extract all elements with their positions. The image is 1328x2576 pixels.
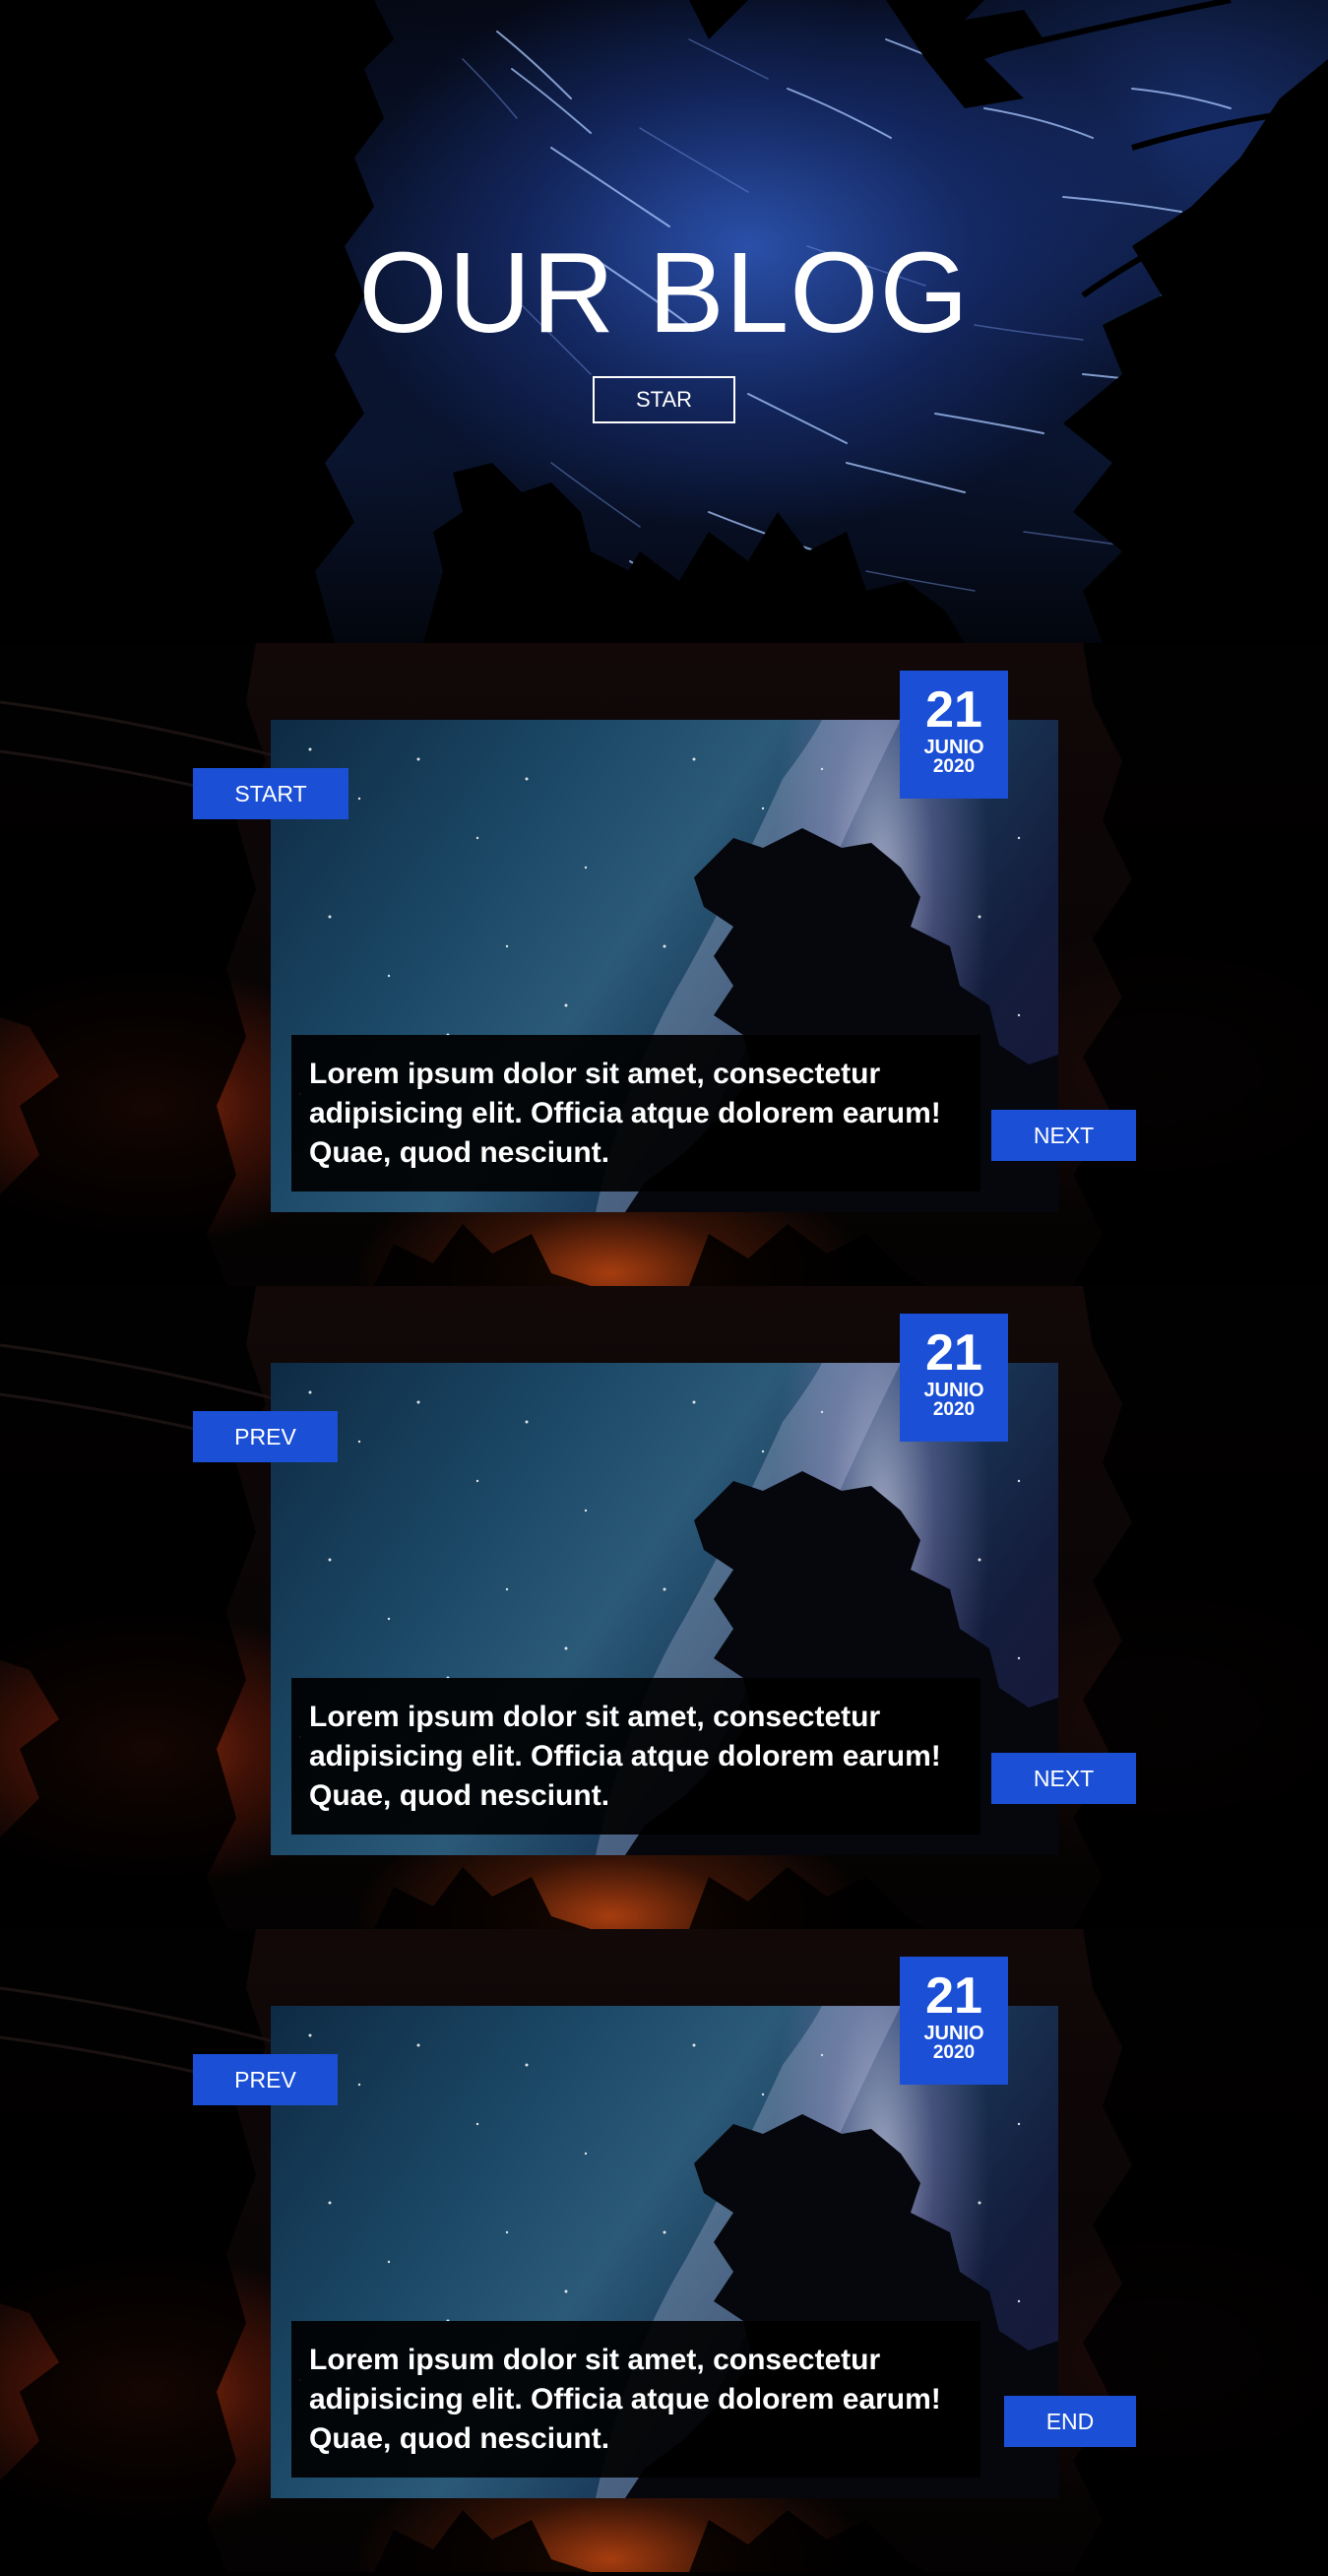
prev-button[interactable]: PREV xyxy=(193,2054,338,2105)
date-month: JUNIO xyxy=(923,737,984,758)
post-caption: Lorem ipsum dolor sit amet, consectetur … xyxy=(291,1678,980,1835)
date-day: 21 xyxy=(925,681,982,739)
start-button[interactable]: START xyxy=(193,768,348,819)
hero-section: OUR BLOG STAR xyxy=(0,0,1328,643)
post-caption: Lorem ipsum dolor sit amet, consectetur … xyxy=(291,2321,980,2478)
star-button[interactable]: STAR xyxy=(593,376,735,423)
date-year: 2020 xyxy=(932,2042,976,2063)
page-title: OUR BLOG xyxy=(358,228,970,356)
blog-post-section: 21 JUNIO 2020 PREV NEXT Lorem ipsum dolo… xyxy=(0,1286,1328,1929)
next-button[interactable]: NEXT xyxy=(991,1753,1136,1804)
date-year: 2020 xyxy=(932,1399,976,1420)
blog-post-section: 21 JUNIO 2020 START NEXT Lorem ipsum dol… xyxy=(0,643,1328,1286)
date-year: 2020 xyxy=(932,756,976,777)
date-day: 21 xyxy=(925,1967,982,2025)
post-caption: Lorem ipsum dolor sit amet, consectetur … xyxy=(291,1035,980,1191)
end-button[interactable]: END xyxy=(1004,2396,1136,2447)
date-day: 21 xyxy=(925,1324,982,1382)
date-month: JUNIO xyxy=(923,1380,984,1401)
date-badge: 21 JUNIO 2020 xyxy=(900,1314,1008,1442)
prev-button[interactable]: PREV xyxy=(193,1411,338,1462)
date-badge: 21 JUNIO 2020 xyxy=(900,1957,1008,2085)
blog-post-section: 21 JUNIO 2020 PREV END Lorem ipsum dolor… xyxy=(0,1929,1328,2572)
date-month: JUNIO xyxy=(923,2023,984,2044)
next-button[interactable]: NEXT xyxy=(991,1110,1136,1161)
date-badge: 21 JUNIO 2020 xyxy=(900,671,1008,799)
